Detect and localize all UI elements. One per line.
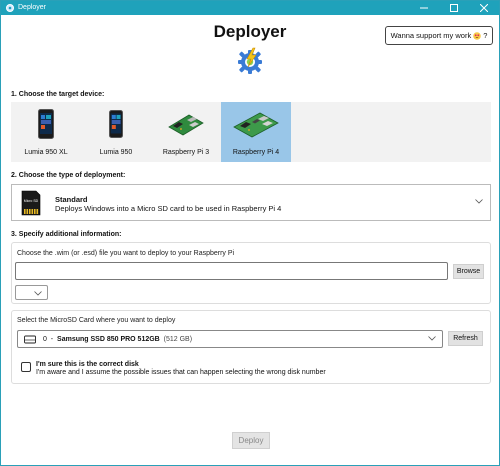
disk-index: 0 bbox=[43, 336, 47, 343]
device-label: Lumia 950 bbox=[99, 149, 133, 156]
maximize-button[interactable] bbox=[439, 1, 469, 15]
disk-select[interactable]: 0 - Samsung SSD 850 PRO 512GB (512 GB) bbox=[17, 330, 443, 348]
disk-name: Samsung SSD 850 PRO 512GB bbox=[57, 336, 160, 343]
confirm-disk-description: I'm aware and I assume the possible issu… bbox=[36, 369, 326, 376]
deploy-button[interactable]: Deploy bbox=[232, 432, 270, 449]
refresh-button[interactable]: Refresh bbox=[448, 331, 483, 346]
device-selector: Lumia 950 XL Lumia 950 Raspberry Pi 3 Ra… bbox=[11, 102, 491, 162]
device-label: Raspberry Pi 4 bbox=[232, 149, 280, 156]
deployment-type-select[interactable]: Micro SD Standard Deploys Windows into a… bbox=[11, 184, 491, 221]
app-window: Deployer Deployer Wanna support my work … bbox=[0, 0, 500, 466]
chevron-down-icon bbox=[428, 336, 436, 341]
step2-label: 2. Choose the type of deployment: bbox=[11, 172, 126, 179]
support-label: Wanna support my work bbox=[390, 31, 472, 40]
wim-file-input[interactable] bbox=[15, 262, 448, 280]
confirm-disk-checkbox[interactable] bbox=[21, 362, 31, 372]
gear-lightning-icon bbox=[238, 47, 262, 74]
support-button[interactable]: Wanna support my work ? bbox=[385, 26, 493, 45]
close-button[interactable] bbox=[469, 1, 499, 15]
board-icon bbox=[233, 112, 279, 138]
window-title: Deployer bbox=[18, 4, 47, 11]
device-lumia-950-xl[interactable]: Lumia 950 XL bbox=[11, 102, 81, 162]
image-file-panel: Choose the .wim (or .esd) file you want … bbox=[11, 242, 491, 304]
device-label: Lumia 950 XL bbox=[24, 149, 68, 156]
deployment-type-title: Standard bbox=[55, 195, 88, 204]
step3-label: 3. Specify additional information: bbox=[11, 231, 122, 238]
app-gear-icon bbox=[6, 4, 14, 12]
device-raspberry-pi-3[interactable]: Raspberry Pi 3 bbox=[151, 102, 221, 162]
chevron-down-icon bbox=[475, 199, 483, 204]
wim-prompt: Choose the .wim (or .esd) file you want … bbox=[17, 250, 235, 257]
device-label: Raspberry Pi 3 bbox=[162, 149, 210, 156]
disk-drive-icon bbox=[24, 335, 36, 344]
device-raspberry-pi-4[interactable]: Raspberry Pi 4 bbox=[221, 102, 291, 162]
chevron-down-icon bbox=[34, 291, 42, 296]
support-suffix: ? bbox=[483, 31, 488, 40]
minimize-icon bbox=[420, 7, 428, 9]
sd-prompt: Select the MicroSD Card where you want t… bbox=[17, 317, 176, 324]
close-icon bbox=[480, 4, 488, 12]
sd-card-icon: Micro SD bbox=[21, 190, 41, 216]
phone-icon bbox=[109, 110, 123, 138]
step1-label: 1. Choose the target device: bbox=[11, 91, 105, 98]
sd-card-panel: Select the MicroSD Card where you want t… bbox=[11, 310, 491, 384]
device-lumia-950[interactable]: Lumia 950 bbox=[81, 102, 151, 162]
disk-size: (512 GB) bbox=[163, 336, 193, 343]
minimize-button[interactable] bbox=[409, 1, 439, 15]
sd-card-text: Micro SD bbox=[24, 199, 39, 203]
edition-select[interactable] bbox=[15, 285, 48, 300]
browse-button[interactable]: Browse bbox=[453, 264, 484, 279]
board-icon bbox=[168, 114, 204, 136]
disk-separator: - bbox=[50, 336, 54, 343]
deployment-type-description: Deploys Windows into a Micro SD card to … bbox=[55, 204, 282, 213]
title-bar[interactable]: Deployer bbox=[1, 1, 499, 15]
maximize-icon bbox=[450, 4, 458, 12]
phone-icon bbox=[38, 109, 54, 139]
heart-eyes-emoji-icon bbox=[473, 31, 482, 40]
